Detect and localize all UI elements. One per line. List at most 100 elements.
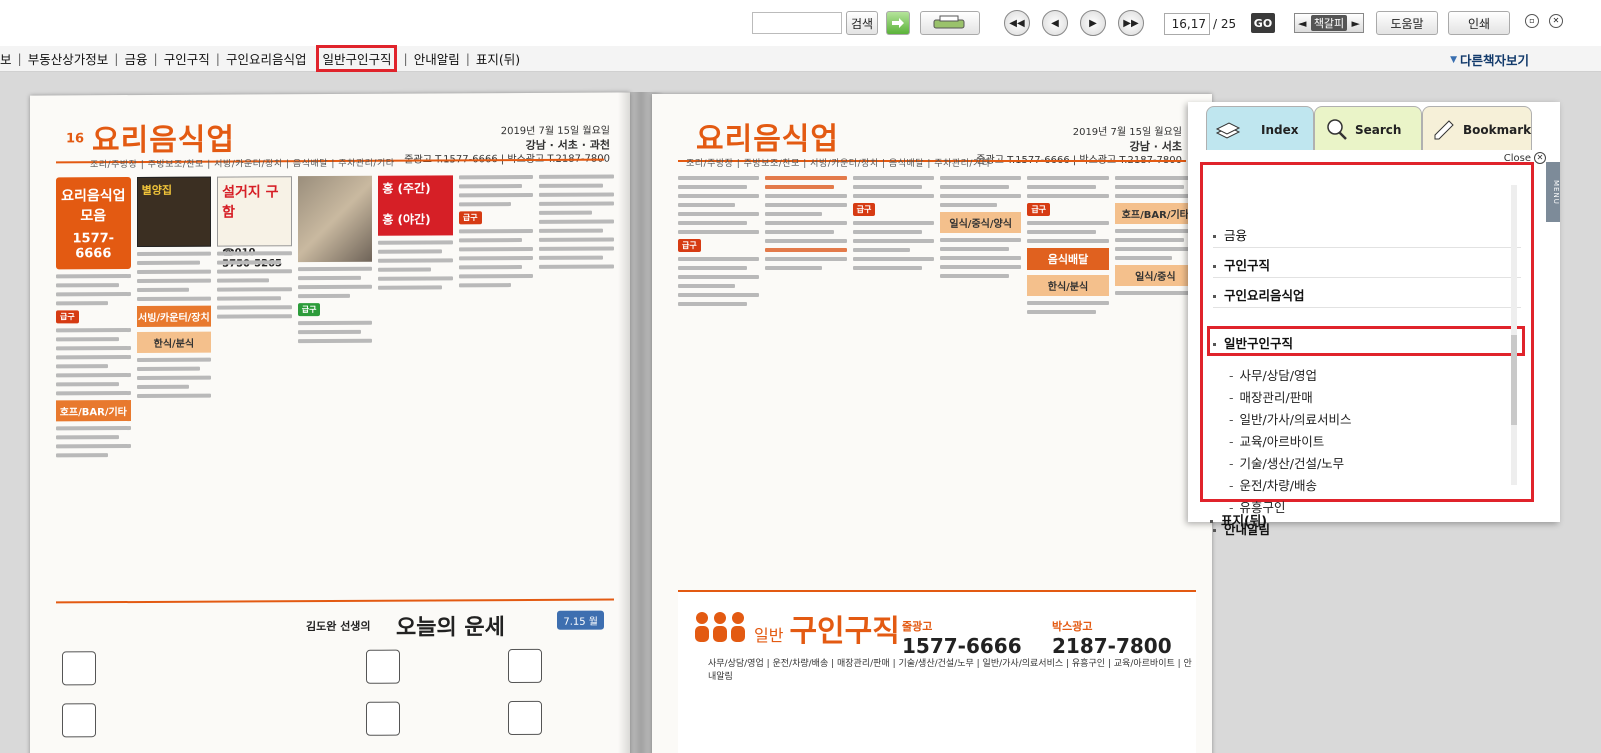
ad-contact-box: 줄광고 박스광고 1577-6666 2187-7800 (902, 606, 1192, 686)
section-nav: 보 | 부동산상가정보 | 금융 | 구인구직 | 구인요리음식업 일반구인구직… (0, 45, 1601, 72)
fortune-date: 7.15 월 (557, 610, 604, 630)
nav-item-real-estate[interactable]: 부동산상가정보 (28, 49, 109, 68)
fortune-title: 오늘의 운세 (396, 615, 505, 641)
line-ad-phone: 1577-6666 (902, 634, 1022, 658)
table-of-contents: 금융 구인구직 구인요리음식업 일반구인구직 - 사무/상담/영업 - 매장관리/판… (1200, 162, 1534, 537)
last-page-button[interactable]: ▶▶ (1118, 10, 1144, 36)
ad-tag: 급구 (56, 310, 79, 324)
fortune-section: 김도완 선생의 오늘의 운세 7.15 월 (56, 598, 614, 753)
magnifier-icon (1327, 119, 1347, 140)
nav-item-general-jobs[interactable]: 일반구인구직 (316, 45, 398, 72)
panel-tabs: Index Search Bookmark (1188, 102, 1560, 150)
printer-icon (933, 15, 965, 29)
nav-divider: | (17, 51, 22, 66)
first-page-button[interactable]: ◀◀ (1004, 10, 1030, 36)
zoom-plus-icon[interactable]: ► (1352, 17, 1360, 30)
nav-item-finance[interactable]: 금융 (124, 49, 147, 68)
magazine-viewer: 16 요리음식업 2019년 7월 15일 월요일 강남 · 서초 · 과천 줄… (0, 72, 1601, 753)
toc-scrollbar[interactable] (1511, 185, 1517, 485)
restaurant-ad-image: 별양집 (136, 176, 212, 248)
section-label: 호프/BAR/기타 (56, 400, 131, 422)
ad-column: 요리음식업 모음 1577-6666 급구 호프/BAR/기타 (56, 177, 131, 595)
tab-index[interactable]: Index (1206, 106, 1314, 150)
toc-sub-label: 매장관리/판매 (1239, 390, 1313, 405)
toc-item-jobs[interactable]: 구인구직 (1213, 255, 1270, 274)
page-number-input[interactable]: 16,17 (1164, 13, 1210, 35)
left-page[interactable]: 16 요리음식업 2019년 7월 15일 월요일 강남 · 서초 · 과천 줄… (30, 92, 630, 753)
next-page-button[interactable]: ▶ (1080, 10, 1106, 36)
section-label: 서빙/카운터/장치 (136, 305, 212, 328)
category-strip: 조리/주방장 | 주방보조/찬모 | 서빙/카운터/장치 | 음식배달 | 주차… (90, 158, 395, 171)
nav-item-jobs[interactable]: 구인구직 (164, 49, 210, 68)
print-preview-button[interactable] (920, 11, 980, 35)
toolbar: 검색 ◀◀ ◀ ▶ ▶▶ 16,17 / 25 GO ◄ 책갈피 ► 도움말 인… (0, 0, 1601, 46)
other-books-button[interactable]: ▼ 다른책자보기 (1450, 50, 1529, 69)
print-button[interactable]: 인쇄 (1448, 11, 1510, 35)
book-icon (1215, 122, 1241, 139)
toc-sub-item[interactable]: - 일반/가사/의료서비스 (1229, 409, 1351, 428)
ad-column: 일식/중식/양식 (939, 176, 1022, 584)
page-section-title: 요리음식업 (696, 122, 839, 157)
search-input[interactable] (752, 12, 842, 34)
toc-sub-item[interactable]: - 운전/차량/배송 (1229, 475, 1317, 494)
scrollbar-thumb[interactable] (1511, 335, 1517, 425)
nav-item-back-cover[interactable]: 표지(뒤) (476, 49, 520, 68)
toc-sub-item[interactable]: - 매장관리/판매 (1229, 387, 1313, 406)
toc-sub-item[interactable]: - 사무/상담/영업 (1229, 365, 1317, 384)
page-total: / 25 (1213, 17, 1237, 31)
toc-item-restaurant-jobs[interactable]: 구인요리음식업 (1213, 285, 1305, 304)
ad-tag: 급구 (852, 203, 876, 216)
toc-divider (1213, 307, 1521, 308)
go-button[interactable]: GO (1251, 13, 1275, 33)
help-button[interactable]: 도움말 (1376, 11, 1438, 35)
prev-page-button[interactable]: ◀ (1042, 10, 1068, 36)
section-label: 음식배달 (1027, 248, 1109, 270)
line-ad-label: 줄광고 (902, 620, 933, 633)
left-arrow-icon: ◀ (1051, 17, 1059, 29)
ad-tag: 급구 (297, 303, 321, 317)
toc-divider (1213, 277, 1521, 278)
tab-index-label: Index (1261, 123, 1299, 137)
category-strip: 조리/주방장 | 주방보조/찬모 | 서빙/카운터/장치 | 음식배달 | 주차… (686, 159, 991, 169)
green-arrow-button[interactable] (886, 11, 910, 35)
nav-item-prev[interactable]: 보 (0, 49, 12, 68)
toc-label: 표지(뒤) (1221, 513, 1267, 528)
toc-item-general-jobs[interactable]: 일반구인구직 (1213, 333, 1293, 352)
jobs-title-text: 구인구직 (789, 614, 900, 649)
page-section-title: 요리음식업 (92, 122, 235, 159)
general-jobs-banner: 일반 구인구직 사무/상담/영업 | 운전/차량/배송 | 매장관리/판매 | 기… (678, 590, 1196, 753)
right-arrow-icon: ▶ (1089, 17, 1097, 29)
zoom-minus-icon[interactable]: ◄ (1298, 17, 1306, 30)
toc-sub-item[interactable]: - 기술/생산/건설/노무 (1229, 453, 1344, 472)
ad-column: 홍 (주간) 홍 (야간) (378, 175, 453, 593)
section-label: 일식/중식/양식 (939, 212, 1022, 233)
header-date: 2019년 7월 15일 월요일 (500, 125, 610, 138)
tab-search[interactable]: Search (1314, 106, 1422, 150)
restore-window-icon[interactable]: ▫ (1525, 14, 1539, 28)
tab-bookmark-label: Bookmark (1463, 123, 1532, 137)
fortune-author: 김도완 선생의 (306, 619, 371, 634)
toc-item-back-cover[interactable]: 표지(뒤) (1210, 510, 1267, 529)
ad-column: 급구 (458, 174, 534, 593)
toc-sub-label: 기술/생산/건설/노무 (1239, 456, 1345, 471)
right-page[interactable]: 요리음식업 2019년 7월 15일 월요일 강남 · 서초 줄광고 T.157… (652, 94, 1212, 753)
search-button[interactable]: 검색 (846, 11, 878, 35)
ad-column: 급구 (678, 176, 760, 584)
nav-item-notices[interactable]: 안내알림 (414, 49, 460, 68)
ad-columns: 급구 급구 일식/중식/양식 급구 음식배달 한식/분식 호프/BAR/기타 일… (678, 176, 1196, 584)
photo-ad (297, 175, 373, 263)
box-ad-label: 박스광고 (1052, 620, 1093, 633)
menu-side-tab[interactable]: MENU (1546, 162, 1560, 222)
close-icon: ✕ (1534, 152, 1546, 164)
tab-bookmark[interactable]: Bookmark (1422, 106, 1532, 150)
toc-sub-item[interactable]: - 교육/아르바이트 (1229, 431, 1324, 450)
toc-item-finance[interactable]: 금융 (1213, 225, 1247, 244)
section-label: 일식/중식 (1114, 265, 1196, 286)
close-window-icon[interactable]: ✕ (1549, 14, 1563, 28)
ad-headline: 설거지 구함 (222, 184, 279, 221)
ad-text: 홍 (야간) (382, 212, 431, 227)
nav-item-restaurant-jobs[interactable]: 구인요리음식업 (226, 49, 307, 68)
bookmark-label: 책갈피 (1310, 15, 1348, 31)
jobs-prefix: 일반 (754, 626, 784, 645)
bookmark-selector[interactable]: ◄ 책갈피 ► (1294, 13, 1364, 33)
